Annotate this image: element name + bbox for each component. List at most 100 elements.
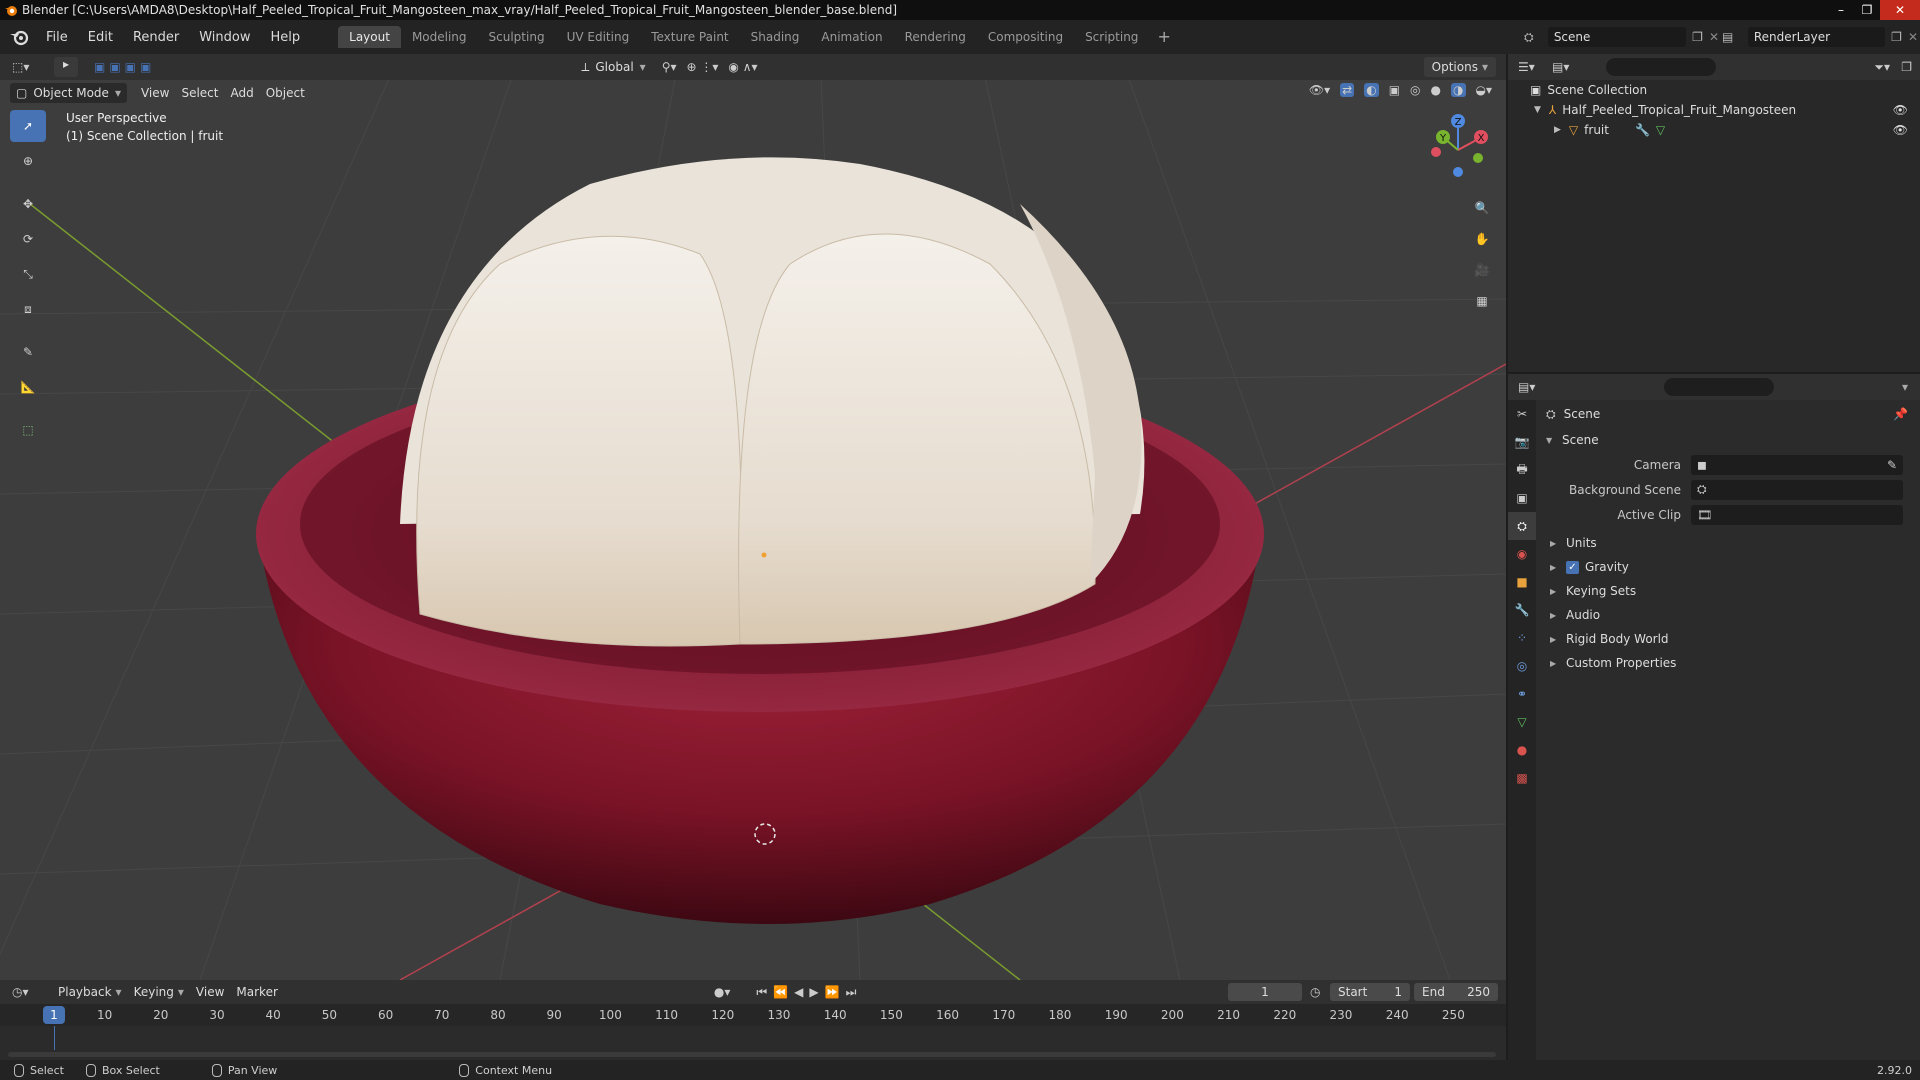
display-mode-icon[interactable]: ▤▾ bbox=[1552, 60, 1592, 74]
editor-type-icon[interactable]: ⬚▾ bbox=[12, 60, 44, 74]
maximize-button[interactable]: ❐ bbox=[1854, 0, 1880, 20]
constraints-tab-icon[interactable]: ⚭ bbox=[1508, 680, 1536, 708]
output-tab-icon[interactable]: 🖶 bbox=[1508, 456, 1536, 484]
scene-panel-header[interactable]: ▼ Scene bbox=[1538, 428, 1920, 452]
add-cube-tool[interactable]: ⬚ bbox=[10, 414, 46, 446]
jump-start-icon[interactable]: ⏮ bbox=[756, 985, 773, 999]
overlay-toggle-icon[interactable]: ◐ bbox=[1364, 83, 1379, 97]
menu-keying[interactable]: Keying ▾ bbox=[128, 982, 190, 1002]
playhead[interactable]: 1 bbox=[43, 1006, 65, 1024]
end-frame-field[interactable]: End 250 bbox=[1414, 983, 1498, 1001]
menu-marker[interactable]: Marker bbox=[230, 982, 283, 1002]
tab-animation[interactable]: Animation bbox=[810, 26, 893, 48]
background-scene-field[interactable]: ⛭ bbox=[1691, 479, 1903, 500]
snap-icon[interactable]: ⊕ ⋮▾ bbox=[687, 60, 719, 74]
timeline-editor[interactable]: ◷▾ Playback ▾ Keying ▾ View Marker ●▾ ⏮⏪◀▶… bbox=[0, 980, 1506, 1060]
select-tool-icon[interactable]: ▸ bbox=[54, 57, 78, 77]
menu-playback[interactable]: Playback ▾ bbox=[52, 982, 128, 1002]
delete-view-layer-icon[interactable]: ✕ bbox=[1908, 30, 1918, 44]
material-tab-icon[interactable]: ● bbox=[1508, 736, 1536, 764]
menu-object[interactable]: Object bbox=[260, 83, 311, 103]
outliner-row-collection[interactable]: ▼ ⅄ Half_Peeled_Tropical_Fruit_Mangostee… bbox=[1508, 100, 1920, 120]
physics-tab-icon[interactable]: ◎ bbox=[1508, 652, 1536, 680]
measure-tool[interactable]: 📐 bbox=[10, 371, 46, 403]
perspective-grid-icon[interactable]: ▦ bbox=[1468, 287, 1496, 315]
tab-shading[interactable]: Shading bbox=[740, 26, 811, 48]
timeline-ruler[interactable]: 1 10 20 30 40 50 60 70 80 90 100 110 120 130 140 150 16… bbox=[0, 1004, 1506, 1026]
play-reverse-icon[interactable]: ◀ bbox=[794, 985, 809, 999]
tab-sculpting[interactable]: Sculpting bbox=[478, 26, 556, 48]
tab-rendering[interactable]: Rendering bbox=[894, 26, 977, 48]
expand-triangle-icon[interactable]: ▼ bbox=[1534, 105, 1541, 115]
tab-texture-paint[interactable]: Texture Paint bbox=[640, 26, 739, 48]
menu-file[interactable]: File bbox=[36, 30, 78, 45]
play-icon[interactable]: ▶ bbox=[809, 985, 824, 999]
properties-editor[interactable]: ▤▾ ▾ ✂ 📷 🖶 ▣ ⛭ ◉ ■ 🔧 ⁘ ◎ ⚭ ▽ ● ▩ ⛭ Scene… bbox=[1508, 374, 1920, 1060]
visibility-icon[interactable]: 👁▾ bbox=[1309, 83, 1330, 97]
gizmo-toggle-icon[interactable]: ⇄ bbox=[1340, 83, 1355, 97]
properties-search-input[interactable] bbox=[1664, 378, 1774, 396]
object-tab-icon[interactable]: ■ bbox=[1508, 568, 1536, 596]
outliner[interactable]: ☰▾ ▤▾ ⏷▾ ❐ ▣ Scene Collection ▼ ⅄ Half_P… bbox=[1508, 54, 1920, 372]
new-scene-icon[interactable]: ❐ bbox=[1692, 30, 1703, 44]
filter-icon[interactable]: ⏷▾ bbox=[1874, 60, 1890, 75]
view-layer-name-field[interactable]: RenderLayer bbox=[1747, 27, 1886, 47]
object-mode-dropdown[interactable]: ▢ Object Mode ▾ bbox=[10, 83, 127, 103]
cursor-tool[interactable]: ⊕ bbox=[10, 145, 46, 177]
next-keyframe-icon[interactable]: ⏩ bbox=[825, 985, 846, 999]
pin-icon[interactable]: 📌 bbox=[1893, 407, 1908, 421]
outliner-row-scene-collection[interactable]: ▣ Scene Collection bbox=[1508, 80, 1920, 100]
proportional-edit-icon[interactable]: ◉ ∧▾ bbox=[728, 60, 757, 74]
record-icon[interactable]: ●▾ bbox=[714, 985, 731, 999]
view-layer-tab-icon[interactable]: ▣ bbox=[1508, 484, 1536, 512]
gravity-panel-header[interactable]: ▶ ✓ Gravity bbox=[1538, 555, 1920, 579]
tab-modeling[interactable]: Modeling bbox=[401, 26, 478, 48]
audio-panel-header[interactable]: ▶ Audio bbox=[1538, 603, 1920, 627]
timeline-tracks[interactable] bbox=[0, 1026, 1506, 1060]
timeline-editor-type-icon[interactable]: ◷▾ bbox=[12, 985, 44, 999]
close-button[interactable]: ✕ bbox=[1880, 0, 1920, 20]
menu-window[interactable]: Window bbox=[189, 30, 260, 45]
3d-viewport[interactable]: ⬚▾ ▸ ▣▣▣▣ ⟂ Global ▾ ⚲▾ ⊕ ⋮▾ ◉ ∧▾ Option… bbox=[0, 54, 1506, 980]
visibility-eye-icon[interactable]: 👁 bbox=[1893, 123, 1908, 137]
keying-sets-panel-header[interactable]: ▶ Keying Sets bbox=[1538, 579, 1920, 603]
jump-end-icon[interactable]: ⏭ bbox=[846, 985, 863, 999]
camera-field[interactable]: ◼ ✎ bbox=[1691, 454, 1903, 475]
eyedropper-icon[interactable]: ✎ bbox=[1887, 458, 1897, 472]
data-tab-icon[interactable]: ▽ bbox=[1508, 708, 1536, 736]
tab-uv-editing[interactable]: UV Editing bbox=[556, 26, 641, 48]
chevron-down-icon[interactable]: ▾ bbox=[1902, 380, 1908, 394]
outliner-editor-type-icon[interactable]: ☰▾ bbox=[1518, 60, 1552, 74]
transform-tool[interactable]: ⧈ bbox=[10, 293, 46, 325]
render-tab-icon[interactable]: 📷 bbox=[1508, 428, 1536, 456]
shading-rendered-icon[interactable]: ◒▾ bbox=[1476, 83, 1493, 97]
shading-solid-icon[interactable]: ● bbox=[1431, 83, 1441, 97]
rotate-tool[interactable]: ⟳ bbox=[10, 223, 46, 255]
view-layer-selector[interactable]: ▤ RenderLayer ❐ ✕ bbox=[1722, 26, 1918, 48]
custom-properties-panel-header[interactable]: ▶ Custom Properties bbox=[1538, 651, 1920, 675]
world-tab-icon[interactable]: ◉ bbox=[1508, 540, 1536, 568]
xray-toggle-icon[interactable]: ▣ bbox=[1389, 83, 1400, 97]
scene-selector[interactable]: ⛭ Scene ❐ ✕ bbox=[1524, 26, 1719, 48]
add-workspace-button[interactable]: + bbox=[1149, 26, 1178, 48]
timeline-scrollbar[interactable] bbox=[8, 1052, 1496, 1057]
rigid-body-world-panel-header[interactable]: ▶ Rigid Body World bbox=[1538, 627, 1920, 651]
new-collection-icon[interactable]: ❐ bbox=[1901, 60, 1912, 74]
start-frame-field[interactable]: Start 1 bbox=[1330, 983, 1410, 1001]
tab-compositing[interactable]: Compositing bbox=[977, 26, 1074, 48]
outliner-search-input[interactable] bbox=[1606, 58, 1716, 76]
texture-tab-icon[interactable]: ▩ bbox=[1508, 764, 1536, 792]
move-tool[interactable]: ✥ bbox=[10, 188, 46, 220]
shading-material-icon[interactable]: ◑ bbox=[1451, 83, 1466, 97]
options-dropdown[interactable]: Options ▾ bbox=[1423, 57, 1496, 77]
outliner-row-fruit[interactable]: ▶ ▽ fruit 🔧 ▽ 👁 bbox=[1508, 120, 1920, 140]
navigation-gizmo[interactable]: Z X Y bbox=[1418, 110, 1498, 190]
visibility-eye-icon[interactable]: 👁 bbox=[1893, 103, 1908, 117]
selection-mode-icons[interactable]: ▣▣▣▣ bbox=[94, 60, 155, 74]
scene-tab-icon[interactable]: ⛭ bbox=[1508, 512, 1536, 540]
menu-render[interactable]: Render bbox=[123, 30, 189, 45]
scene-name-field[interactable]: Scene bbox=[1547, 27, 1687, 47]
minimize-button[interactable]: – bbox=[1828, 0, 1854, 20]
shading-wireframe-icon[interactable]: ◎ bbox=[1410, 83, 1420, 97]
prev-keyframe-icon[interactable]: ⏪ bbox=[773, 985, 794, 999]
